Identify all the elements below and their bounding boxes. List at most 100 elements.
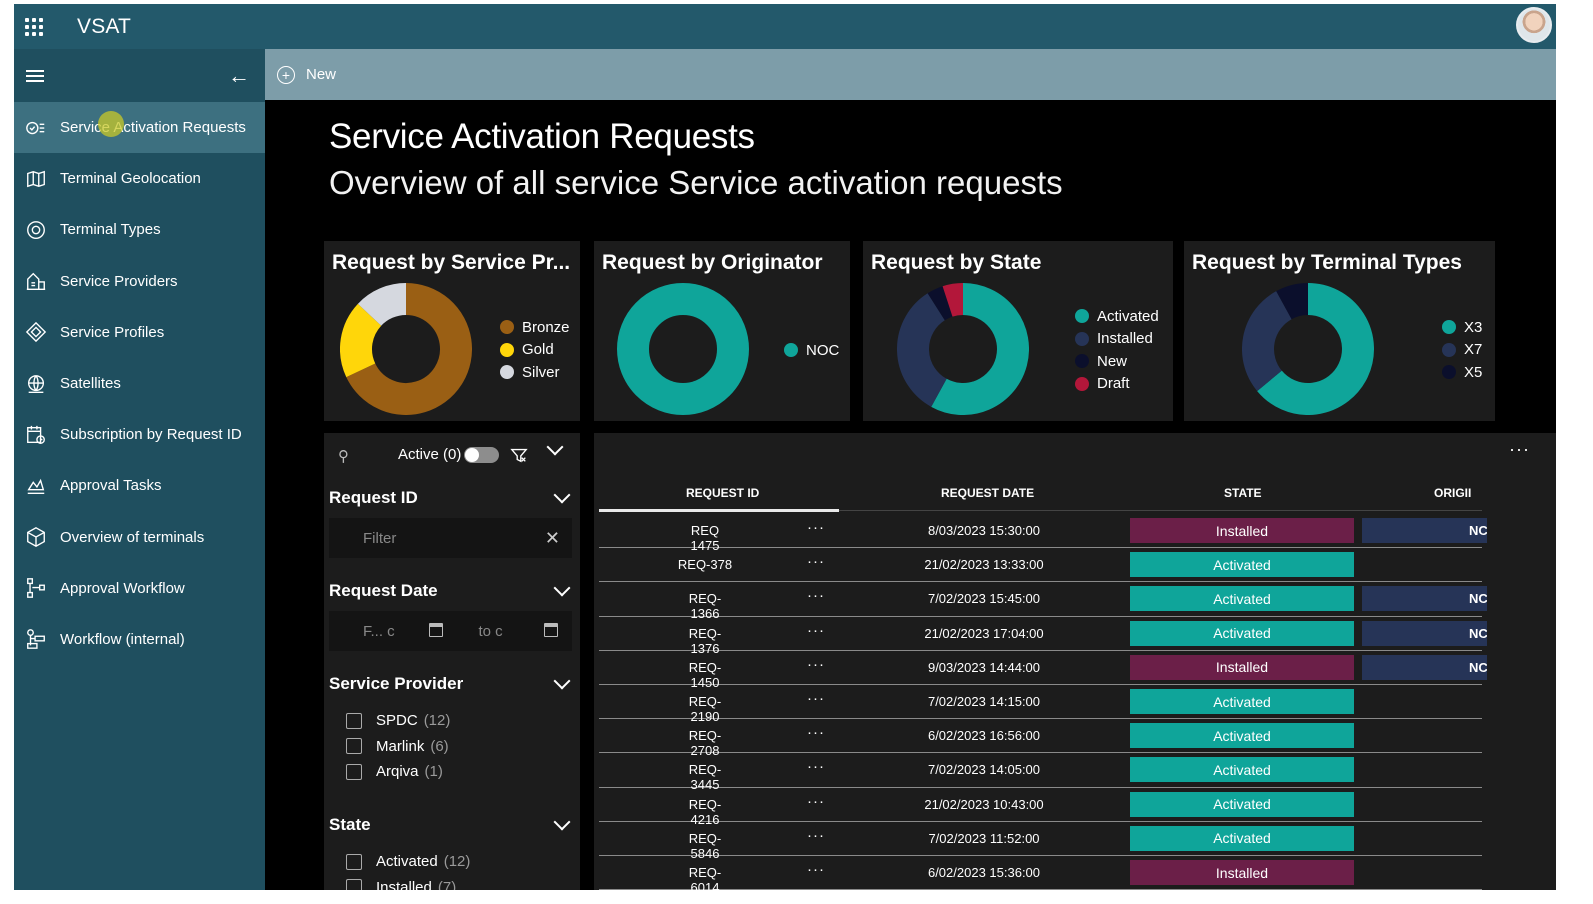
table-row[interactable]: REQ-378 ··· 21/02/2023 13:33:00 Activated: [599, 548, 1482, 583]
collapse-sidebar-arrow-icon[interactable]: ←: [228, 64, 250, 87]
checkbox-box[interactable]: [346, 712, 362, 729]
row-more-icon[interactable]: ···: [807, 827, 825, 844]
hamburger-menu-icon[interactable]: [26, 69, 44, 82]
checkbox-box[interactable]: [346, 738, 362, 755]
row-more-icon[interactable]: ···: [807, 758, 825, 775]
donut-slice-installed[interactable]: [897, 293, 948, 407]
calendar-icon[interactable]: [428, 623, 443, 637]
checkbox-box[interactable]: [346, 853, 362, 870]
chevron-down-icon[interactable]: [546, 438, 564, 456]
legend-item[interactable]: Gold: [500, 339, 570, 362]
cell-originator: NC: [1362, 586, 1487, 612]
chevron-down-icon[interactable]: [553, 579, 571, 597]
legend-item[interactable]: X7: [1442, 339, 1482, 362]
checkbox-box[interactable]: [346, 763, 362, 780]
date-from-input[interactable]: F... c: [329, 611, 457, 651]
table-row[interactable]: REQ-4216 ··· 21/02/2023 10:43:00 Activated: [599, 788, 1482, 827]
donut-slice-gold[interactable]: [340, 303, 382, 378]
filter-section-request-date[interactable]: Request Date: [324, 571, 580, 611]
sidebar-item-service-profiles[interactable]: Service Profiles: [14, 307, 265, 358]
sidebar-item-terminal-geolocation[interactable]: Terminal Geolocation: [14, 153, 265, 204]
sidebar-item-overview-of-terminals[interactable]: Overview of terminals: [14, 512, 265, 563]
table-row[interactable]: REQ-1450 ··· 9/03/2023 14:44:00 Installed NC: [599, 651, 1487, 690]
donut-chart-state[interactable]: [897, 283, 1029, 415]
legend-item[interactable]: NOC: [784, 339, 839, 362]
donut-slice-noc[interactable]: [617, 283, 749, 415]
checkbox-box[interactable]: [346, 879, 362, 890]
table-row[interactable]: REQ-5846 ··· 7/02/2023 11:52:00 Activated: [599, 822, 1482, 861]
user-avatar[interactable]: [1516, 7, 1552, 43]
column-header-request-id[interactable]: REQUEST ID: [686, 486, 759, 500]
row-more-icon[interactable]: ···: [807, 861, 825, 878]
table-row[interactable]: REQ-6014 ··· 6/02/2023 15:36:00 Installed: [599, 856, 1482, 890]
legend-item[interactable]: Activated: [1075, 305, 1159, 328]
legend-item[interactable]: X3: [1442, 316, 1482, 339]
sidebar-item-approval-workflow[interactable]: Approval Workflow: [14, 563, 265, 614]
row-more-icon[interactable]: ···: [807, 622, 825, 639]
table-row[interactable]: REQ-3445 ··· 7/02/2023 14:05:00 Activated: [599, 753, 1482, 792]
calendar-icon[interactable]: [544, 623, 558, 637]
table-row[interactable]: REQ-2190 ··· 7/02/2023 14:15:00 Activated: [599, 685, 1482, 724]
donut-slice-new[interactable]: [927, 286, 953, 321]
new-button[interactable]: New: [306, 66, 336, 83]
legend-item[interactable]: Silver: [500, 361, 570, 384]
state-badge: Installed: [1130, 654, 1354, 680]
filter-section-service-provider[interactable]: Service Provider: [324, 664, 580, 704]
row-more-icon[interactable]: ···: [807, 519, 825, 536]
row-more-icon[interactable]: ···: [807, 690, 825, 707]
chevron-down-icon[interactable]: [553, 672, 571, 690]
search-icon[interactable]: ⚲: [338, 447, 349, 465]
sidebar-item-workflow-internal[interactable]: Workflow (internal): [14, 614, 265, 665]
add-circle-icon[interactable]: +: [277, 65, 295, 84]
sidebar-item-approval-tasks[interactable]: Approval Tasks: [14, 460, 265, 511]
row-more-icon[interactable]: ···: [807, 553, 825, 570]
table-row[interactable]: REQ-1376 ··· 21/02/2023 17:04:00 Activated N…: [599, 617, 1487, 656]
legend-item[interactable]: X5: [1442, 361, 1482, 384]
clear-icon[interactable]: ✕: [545, 528, 560, 549]
sidebar-item-subscription-by-request-id[interactable]: Subscription by Request ID: [14, 409, 265, 460]
donut-slice-draft[interactable]: [942, 283, 964, 317]
chevron-down-icon[interactable]: [553, 813, 571, 831]
donut-chart-originator[interactable]: [617, 283, 749, 415]
column-header-state[interactable]: STATE: [1224, 486, 1262, 500]
checkbox-marlink[interactable]: Marlink (6): [324, 734, 580, 760]
filter-section-request-id[interactable]: Request ID: [324, 478, 580, 518]
table-row[interactable]: REQ 1475 ··· 8/03/2023 15:30:00 Installed NC: [599, 514, 1487, 553]
row-more-icon[interactable]: ···: [807, 793, 825, 810]
checkbox-installed[interactable]: Installed (7): [324, 874, 580, 890]
checkbox-spdc[interactable]: SPDC (12): [324, 708, 580, 734]
donut-chart-service-provider[interactable]: [340, 283, 472, 415]
request-id-filter-input[interactable]: Filter ✕: [329, 518, 572, 558]
date-to-input[interactable]: to c: [456, 611, 572, 651]
sidebar-item-service-providers[interactable]: Service Providers: [14, 256, 265, 307]
donut-slice-x5[interactable]: [1276, 283, 1309, 320]
legend-item[interactable]: Bronze: [500, 316, 570, 339]
more-options-icon[interactable]: ···: [1509, 439, 1530, 460]
legend-item[interactable]: Draft: [1075, 373, 1159, 396]
chevron-down-icon[interactable]: [553, 486, 571, 504]
donut-slice-x7[interactable]: [1242, 291, 1293, 392]
active-filter-toggle[interactable]: [464, 447, 499, 463]
clear-filter-icon[interactable]: [510, 445, 528, 465]
row-more-icon[interactable]: ···: [807, 724, 825, 741]
donut-chart-terminal-types[interactable]: [1242, 283, 1374, 415]
legend-item[interactable]: New: [1075, 350, 1159, 373]
sidebar-item-terminal-types[interactable]: Terminal Types: [14, 204, 265, 255]
sidebar-item-satellites[interactable]: Satellites: [14, 358, 265, 409]
row-more-icon[interactable]: ···: [807, 587, 825, 604]
column-header-request-date[interactable]: REQUEST DATE: [941, 486, 1034, 500]
filter-section-state[interactable]: State: [324, 805, 580, 845]
donut-slice-silver[interactable]: [357, 283, 407, 327]
legend-swatch: [1075, 331, 1089, 346]
column-header-originator[interactable]: ORIGII: [1434, 486, 1471, 500]
checkbox-arqiva[interactable]: Arqiva (1): [324, 759, 580, 785]
sidebar-item-service-activation-requests[interactable]: Service Activation Requests: [14, 102, 265, 154]
table-row[interactable]: REQ-2708 ··· 6/02/2023 16:56:00 Activated: [599, 719, 1482, 758]
table-row[interactable]: REQ-1366 ··· 7/02/2023 15:45:00 Activated NC: [599, 582, 1487, 621]
app-launcher-icon[interactable]: [14, 4, 54, 49]
row-more-icon[interactable]: ···: [807, 656, 825, 673]
cell-request-id[interactable]: REQ-6014: [675, 865, 735, 890]
cell-request-id[interactable]: REQ-378: [675, 557, 735, 572]
legend-item[interactable]: Installed: [1075, 328, 1159, 351]
checkbox-activated[interactable]: Activated (12): [324, 849, 580, 875]
